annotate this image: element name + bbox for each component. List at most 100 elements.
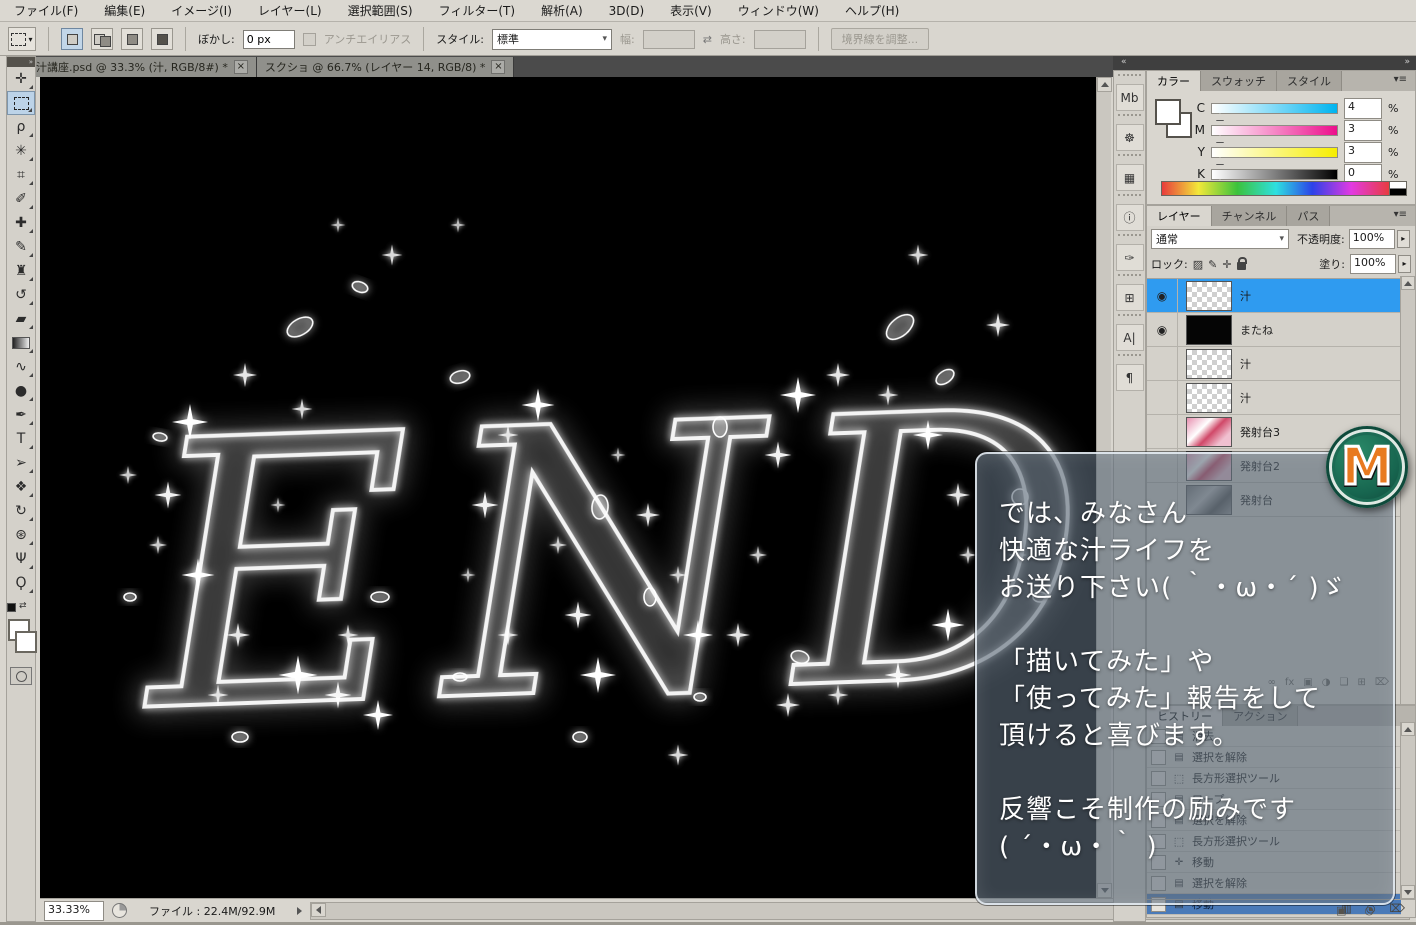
menu-item[interactable]: レイヤー(L): [258, 2, 322, 19]
color-slider[interactable]: [1211, 168, 1338, 186]
layer-thumbnail[interactable]: [1186, 382, 1232, 413]
orbit-3d-tool[interactable]: ⊛: [7, 523, 35, 547]
menu-item[interactable]: フィルター(T): [439, 2, 515, 19]
layer-name[interactable]: またね: [1240, 322, 1273, 338]
mini-bridge-icon[interactable]: Mb: [1115, 84, 1144, 111]
toolbar-header[interactable]: »: [7, 57, 35, 67]
lock-position-icon[interactable]: ✛: [1222, 258, 1231, 271]
layer-visibility-toggle[interactable]: ◉: [1147, 415, 1178, 448]
slider-handle[interactable]: [1216, 156, 1224, 164]
menu-item[interactable]: ファイル(F): [14, 2, 78, 19]
fill-spinner[interactable]: ▸: [1398, 255, 1411, 273]
layer-visibility-toggle[interactable]: ◉: [1147, 347, 1178, 380]
collapse-panels-icon[interactable]: «: [1121, 57, 1127, 67]
menu-item[interactable]: 3D(D): [609, 4, 644, 18]
foreground-color-swatch[interactable]: [1155, 99, 1181, 125]
paragraph-icon[interactable]: ¶: [1115, 364, 1144, 391]
dodge-tool[interactable]: ●: [7, 379, 35, 403]
selection-subtract-button[interactable]: [121, 28, 143, 50]
layer-visibility-toggle[interactable]: ◉: [1147, 313, 1178, 346]
custom-shape-tool[interactable]: ❖: [7, 475, 35, 499]
panel-tab[interactable]: カラー: [1147, 71, 1201, 91]
lasso-tool[interactable]: ρ: [7, 115, 35, 139]
info-icon[interactable]: ⓘ: [1115, 204, 1144, 231]
eraser-tool[interactable]: ▰: [7, 307, 35, 331]
status-menu-arrow-icon[interactable]: [297, 906, 303, 915]
close-icon[interactable]: ×: [233, 60, 248, 74]
panel-tab[interactable]: レイヤー: [1147, 206, 1212, 226]
scroll-up-button[interactable]: [1401, 722, 1415, 736]
smudge-tool[interactable]: ∿: [7, 355, 35, 379]
menu-item[interactable]: 編集(E): [104, 2, 145, 19]
default-colors-icon[interactable]: [7, 603, 16, 612]
panel-menu-icon[interactable]: ▾≡: [1388, 74, 1413, 85]
delete-state-icon[interactable]: ⌦: [1389, 902, 1405, 915]
background-color-swatch[interactable]: [15, 631, 37, 653]
color-slider[interactable]: [1211, 102, 1338, 120]
fill-input[interactable]: 100%: [1350, 254, 1396, 274]
layer-thumbnail[interactable]: [1186, 280, 1232, 311]
layer-row[interactable]: ◉ またね: [1147, 313, 1401, 347]
quick-mask-button[interactable]: [10, 667, 32, 685]
histogram-icon[interactable]: ▦: [1115, 164, 1144, 191]
menu-item[interactable]: イメージ(I): [171, 2, 232, 19]
swap-colors-icon[interactable]: ⇄: [19, 601, 27, 611]
hand-tool[interactable]: Ψ: [7, 547, 35, 571]
clone-source-icon[interactable]: ⊞: [1115, 284, 1144, 311]
menu-item[interactable]: 選択範囲(S): [348, 2, 413, 19]
selection-add-button[interactable]: [91, 28, 113, 50]
pen-tool[interactable]: ✒: [7, 403, 35, 427]
menu-item[interactable]: 表示(V): [670, 2, 712, 19]
move-tool[interactable]: ✛: [7, 67, 35, 91]
panel-tab[interactable]: スウォッチ: [1201, 71, 1277, 91]
style-select[interactable]: 標準 ▾: [492, 28, 612, 50]
expand-panels-icon[interactable]: »: [1404, 57, 1410, 67]
channel-value-input[interactable]: 3: [1344, 141, 1382, 163]
channel-value-input[interactable]: 3: [1344, 119, 1382, 141]
color-slider[interactable]: [1211, 124, 1338, 142]
spectrum-bw-end[interactable]: [1389, 181, 1407, 196]
layer-row[interactable]: ◉ 汁: [1147, 347, 1401, 381]
scroll-up-button[interactable]: [1097, 77, 1112, 92]
brush-tool[interactable]: ✎: [7, 235, 35, 259]
clone-stamp-tool[interactable]: ♜: [7, 259, 35, 283]
navigator-icon[interactable]: ☸: [1115, 124, 1144, 151]
scroll-left-button[interactable]: [311, 902, 327, 917]
layer-row[interactable]: ◉ 汁: [1147, 381, 1401, 415]
channel-value-input[interactable]: 4: [1344, 97, 1382, 119]
rotate-3d-tool[interactable]: ↻: [7, 499, 35, 523]
layer-visibility-toggle[interactable]: ◉: [1147, 279, 1178, 312]
healing-brush-tool[interactable]: ✚: [7, 211, 35, 235]
lock-transparency-icon[interactable]: ▨: [1193, 258, 1203, 271]
color-spectrum-bar[interactable]: [1161, 181, 1407, 196]
menu-item[interactable]: ヘルプ(H): [845, 2, 899, 19]
scroll-up-button[interactable]: [1401, 276, 1415, 290]
layer-thumbnail[interactable]: [1186, 348, 1232, 379]
current-tool-button[interactable]: ▾: [8, 27, 36, 51]
swap-dimensions-icon[interactable]: ⇄: [703, 33, 712, 46]
document-tab[interactable]: 汁講座.psd @ 33.3% (汁, RGB/8#) * ×: [28, 57, 257, 77]
layer-thumbnail[interactable]: [1186, 314, 1232, 345]
magic-wand-tool[interactable]: ✳: [7, 139, 35, 163]
close-icon[interactable]: ×: [491, 60, 506, 74]
crop-tool[interactable]: ⌗: [7, 163, 35, 187]
layer-name[interactable]: 汁: [1240, 356, 1251, 372]
history-scrollbar[interactable]: [1400, 722, 1415, 899]
rect-marquee-tool[interactable]: [7, 91, 35, 115]
character-icon[interactable]: A|: [1115, 324, 1144, 351]
gradient-tool[interactable]: [7, 331, 35, 355]
menu-item[interactable]: ウィンドウ(W): [738, 2, 819, 19]
color-slider[interactable]: [1211, 146, 1338, 164]
slider-handle[interactable]: [1216, 134, 1224, 142]
scroll-down-button[interactable]: [1401, 885, 1415, 899]
feather-input[interactable]: [242, 29, 295, 49]
opacity-input[interactable]: 100%: [1348, 229, 1395, 249]
lock-pixels-icon[interactable]: ✎: [1208, 258, 1217, 271]
selection-intersect-button[interactable]: [151, 28, 173, 50]
layer-thumbnail[interactable]: [1186, 416, 1232, 447]
zoom-tool[interactable]: Ϙ: [7, 571, 35, 595]
menu-item[interactable]: 解析(A): [541, 2, 583, 19]
slider-handle[interactable]: [1216, 112, 1224, 120]
layer-name[interactable]: 汁: [1240, 390, 1251, 406]
layer-name[interactable]: 発射台3: [1240, 424, 1280, 440]
